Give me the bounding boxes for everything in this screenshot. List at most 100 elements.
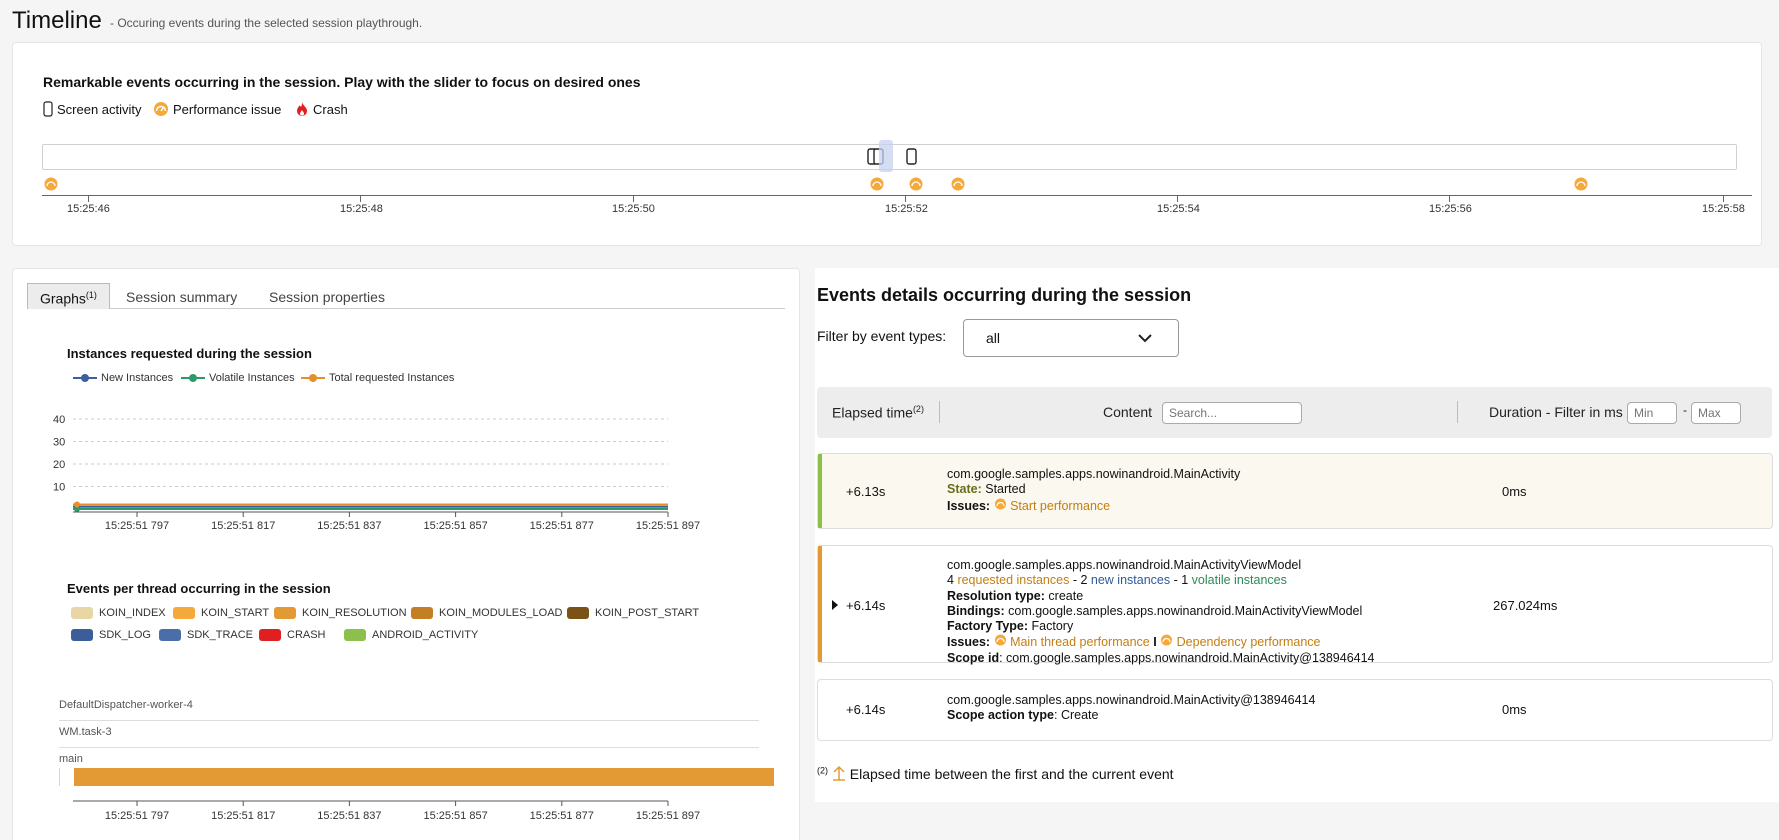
events-panel-title: Events details occurring during the sess…	[817, 285, 1192, 305]
event-scope: Scope id: com.google.samples.apps.nowina…	[947, 650, 1375, 665]
requested-label: requested instances	[957, 573, 1070, 588]
elapsed-header[interactable]: Elapsed time(2)	[832, 404, 924, 421]
factory-label: Factory Type:	[947, 619, 1029, 634]
new-count: - 2	[1072, 573, 1088, 588]
event-issues-label: Issues:	[947, 635, 991, 650]
legend-swatch	[411, 607, 433, 619]
event-row[interactable]: +6.13s com.google.samples.apps.nowinandr…	[817, 453, 1773, 529]
tab-session-summary[interactable]: Session summary	[114, 283, 249, 309]
timeline-heading: Remarkable events occurring in the sessi…	[43, 74, 641, 90]
data-point	[74, 501, 80, 508]
legend-koin-modules-load: KOIN_MODULES_LOAD	[411, 607, 562, 619]
axis-tick-label: 15:25:52	[885, 203, 928, 215]
event-content: com.google.samples.apps.nowinandroid.Mai…	[947, 693, 1315, 724]
content-search-input[interactable]	[1162, 402, 1302, 424]
event-state: State: Started	[947, 482, 1026, 497]
instances-chart-title: Instances requested during the session	[67, 346, 312, 361]
event-issues: Issues: Start performance	[947, 498, 1240, 514]
factory-value: Factory	[1031, 619, 1074, 634]
volatile-count: - 1	[1173, 573, 1189, 588]
legend-koin-modules-load-label: KOIN_MODULES_LOAD	[439, 607, 563, 619]
legend-android-activity: ANDROID_ACTIVITY	[344, 629, 478, 641]
legend-screen-activity: Screen activity	[43, 101, 142, 117]
event-row[interactable]: +6.14s com.google.samples.apps.nowinandr…	[817, 545, 1773, 666]
duration-min-input[interactable]	[1627, 402, 1677, 424]
event-elapsed: +6.13s	[846, 484, 886, 499]
tab-bar: Graphs(1) Session summary Session proper…	[27, 283, 785, 309]
legend-android-activity-label: ANDROID_ACTIVITY	[372, 629, 479, 641]
tab-session-properties[interactable]: Session properties	[257, 283, 397, 309]
instances-line-chart: 40 30 20 10 15:25:51 797 15:25:51 817 15:25:51…	[53, 414, 700, 532]
event-issues-label: Issues:	[947, 498, 991, 513]
event-factory: Factory Type: Factory	[947, 619, 1375, 634]
event-issue[interactable]: Main thread performance	[1010, 635, 1150, 649]
event-type-select[interactable]: all	[963, 319, 1179, 357]
legend-swatch	[567, 607, 589, 619]
footnote-sup: (2)	[817, 765, 828, 776]
event-name: com.google.samples.apps.nowinandroid.Mai…	[947, 467, 1241, 481]
legend-koin-start: KOIN_START	[173, 607, 269, 619]
x-tick-label: 15:25:51 817	[211, 810, 275, 822]
expand-caret-icon[interactable]	[831, 600, 839, 610]
requested-count: 4	[947, 573, 954, 588]
axis-tick	[633, 196, 634, 202]
axis-tick-label: 15:25:56	[1429, 203, 1472, 215]
fire-icon	[297, 102, 307, 116]
event-content: com.google.samples.apps.nowinandroid.Mai…	[947, 558, 1375, 666]
event-state-label: State	[947, 482, 978, 497]
axis-tick	[1449, 196, 1450, 202]
legend-crash: Crash	[295, 101, 348, 117]
content-header: Content	[1103, 404, 1153, 420]
scope-action-label: Scope action type	[947, 708, 1054, 723]
performance-issue-mark[interactable]	[44, 177, 58, 191]
tab-graphs[interactable]: Graphs(1)	[27, 283, 110, 309]
screen-activity-mark[interactable]	[905, 147, 919, 167]
legend-swatch	[71, 607, 93, 619]
chevron-down-icon	[1138, 334, 1152, 343]
elapsed-header-label: Elapsed time	[832, 404, 913, 421]
legend-crash-type-label: CRASH	[287, 629, 326, 641]
legend-koin-start-label: KOIN_START	[201, 607, 270, 619]
x-tick-label: 15:25:51 897	[636, 520, 700, 532]
page-subtitle: - Occuring events during the selected se…	[110, 16, 423, 30]
thread-event-bar[interactable]	[59, 768, 60, 786]
performance-issue-mark[interactable]	[1574, 177, 1588, 191]
performance-issue-mark[interactable]	[909, 177, 923, 191]
speedometer-icon	[994, 634, 1006, 646]
legend-swatch	[344, 629, 366, 641]
performance-issue-mark[interactable]	[870, 177, 884, 191]
legend-performance-issue-label: Performance issue	[173, 101, 282, 117]
legend-crash-label: Crash	[313, 101, 348, 117]
duration-max-input[interactable]	[1691, 402, 1741, 424]
scope-label: Scope id	[947, 650, 1000, 665]
legend-swatch	[71, 629, 93, 641]
x-tick-label: 15:25:51 817	[211, 520, 275, 532]
legend-performance-issue: Performance issue	[153, 101, 281, 117]
legend-koin-index-label: KOIN_INDEX	[99, 607, 166, 619]
event-state-value: Started	[985, 482, 1026, 497]
resolution-label: Resolution type:	[947, 588, 1045, 603]
event-issue[interactable]: Dependency performance	[1177, 635, 1321, 649]
thread-divider	[59, 747, 759, 748]
threads-chart-title: Events per thread occurring in the sessi…	[67, 581, 331, 596]
performance-issue-mark[interactable]	[951, 177, 965, 191]
axis-tick-label: 15:25:54	[1157, 203, 1200, 215]
tab-graphs-sup: (1)	[85, 290, 97, 300]
event-scope-action: Scope action type: Create	[947, 708, 1099, 723]
y-tick-label: 10	[53, 482, 65, 494]
event-row[interactable]: +6.14s com.google.samples.apps.nowinandr…	[817, 679, 1773, 741]
axis-tick-label: 15:25:48	[340, 203, 383, 215]
x-tick-label: 15:25:51 857	[423, 810, 487, 822]
axis-tick	[88, 196, 89, 202]
scope-value: com.google.samples.apps.nowinandroid.Mai…	[1006, 650, 1375, 665]
volatile-label: volatile instances	[1191, 573, 1287, 588]
thread-event-bar[interactable]	[74, 768, 774, 786]
event-issue[interactable]: Start performance	[1010, 499, 1110, 513]
event-duration: 0ms	[1502, 702, 1527, 717]
axis-tick	[360, 196, 361, 202]
range-dash: -	[1683, 403, 1687, 417]
x-tick-label: 15:25:51 797	[105, 520, 169, 532]
speedometer-icon	[1161, 634, 1173, 646]
slider-handle[interactable]	[879, 140, 893, 172]
legend-swatch	[259, 629, 281, 641]
